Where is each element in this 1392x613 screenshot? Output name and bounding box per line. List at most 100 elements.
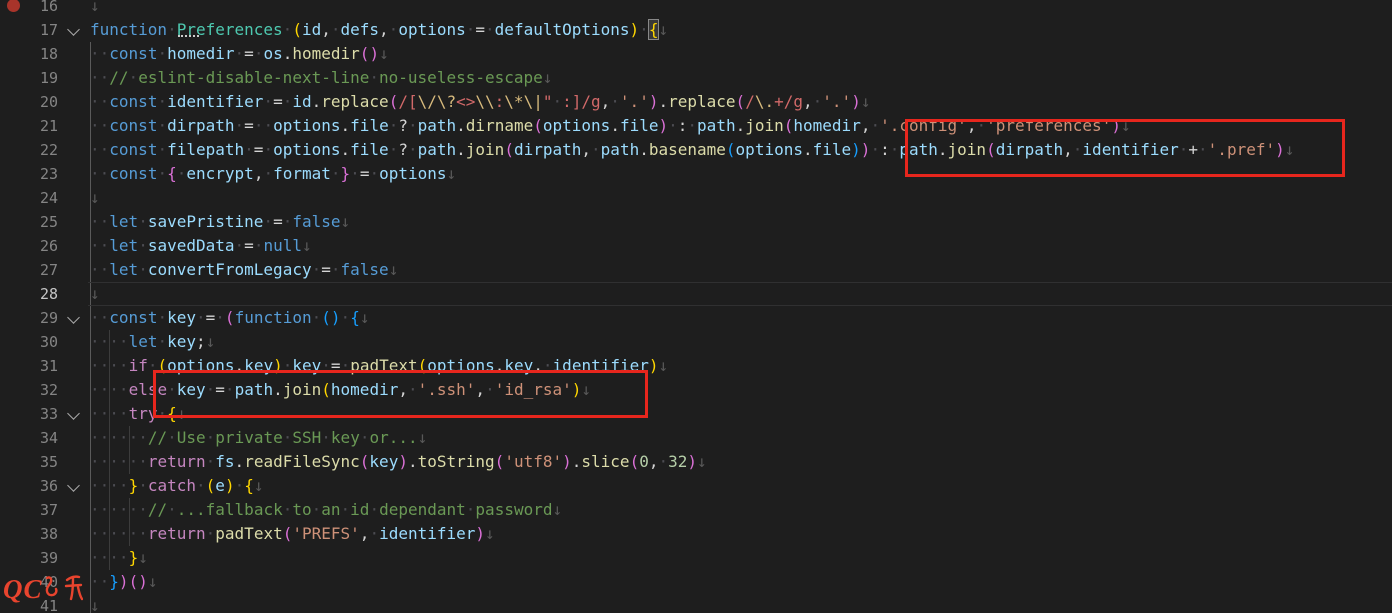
gutter[interactable]: 25: [0, 210, 88, 234]
gutter[interactable]: 24: [0, 186, 88, 210]
code-line-content[interactable]: ····let·key;↓: [88, 330, 1392, 354]
code-line-content[interactable]: ··const·identifier·=·id.replace(/[\/\?<>…: [88, 90, 1392, 114]
eol-arrow-icon: ↓: [341, 212, 351, 231]
eol-arrow-icon: ↓: [90, 284, 100, 303]
code-line-content[interactable]: ··let·savePristine·=·false↓: [88, 210, 1392, 234]
code-line: 20··const·identifier·=·id.replace(/[\/\?…: [0, 90, 1392, 114]
whitespace-dot: ·: [283, 92, 293, 111]
gutter[interactable]: 34: [0, 426, 88, 450]
line-number[interactable]: 39: [0, 546, 58, 570]
line-number[interactable]: 30: [0, 330, 58, 354]
line-number[interactable]: 38: [0, 522, 58, 546]
line-number[interactable]: 35: [0, 450, 58, 474]
fold-chevron-down-icon[interactable]: [67, 479, 80, 492]
line-number[interactable]: 16: [0, 0, 58, 18]
gutter[interactable]: 36: [0, 474, 88, 498]
code-line: 28 ↓: [0, 282, 1392, 306]
line-number[interactable]: 31: [0, 354, 58, 378]
code-token: //: [109, 68, 128, 87]
code-line-content[interactable]: ↓: [88, 282, 1392, 306]
whitespace-dot: ·: [119, 428, 129, 447]
code-line-content[interactable]: ↓: [88, 186, 1392, 210]
whitespace-dot: ·: [90, 236, 100, 255]
line-number[interactable]: 25: [0, 210, 58, 234]
code-line-content[interactable]: ······//·Use·private·SSH·key·or...↓: [88, 426, 1392, 450]
watermark-text: QC: [3, 574, 43, 604]
code-line-content[interactable]: ··})()↓: [88, 570, 1392, 594]
line-number[interactable]: 24: [0, 186, 58, 210]
code-token: (: [206, 476, 216, 495]
gutter[interactable]: 17: [0, 18, 88, 42]
eol-arrow-icon: ↓: [418, 428, 428, 447]
fold-chevron-down-icon[interactable]: [67, 23, 80, 36]
gutter[interactable]: 28: [0, 282, 88, 306]
whitespace-dot: ·: [263, 212, 273, 231]
code-line-content[interactable]: ··const·key·=·(function·()·{↓: [88, 306, 1392, 330]
line-number[interactable]: 23: [0, 162, 58, 186]
code-token: dirpath: [167, 116, 234, 135]
line-number[interactable]: 22: [0, 138, 58, 162]
whitespace-dot: ·: [90, 92, 100, 111]
line-number[interactable]: 26: [0, 234, 58, 258]
gutter[interactable]: 23: [0, 162, 88, 186]
gutter[interactable]: 27: [0, 258, 88, 282]
gutter[interactable]: 29: [0, 306, 88, 330]
code-token: replace: [321, 92, 388, 111]
gutter[interactable]: 16: [0, 0, 88, 18]
line-number[interactable]: 20: [0, 90, 58, 114]
code-line-content[interactable]: ····}↓: [88, 546, 1392, 570]
line-number[interactable]: 29: [0, 306, 58, 330]
line-number[interactable]: 37: [0, 498, 58, 522]
eol-arrow-icon: ↓: [658, 20, 668, 39]
code-line-content[interactable]: ··//·eslint-disable-next-line·no-useless…: [88, 66, 1392, 90]
line-number[interactable]: 21: [0, 114, 58, 138]
gutter[interactable]: 31: [0, 354, 88, 378]
code-token: const: [109, 164, 157, 183]
line-number[interactable]: 18: [0, 42, 58, 66]
whitespace-dot: ·: [235, 476, 245, 495]
whitespace-dot: ·: [109, 476, 119, 495]
line-number[interactable]: 36: [0, 474, 58, 498]
line-number[interactable]: 34: [0, 426, 58, 450]
whitespace-dot: ·: [167, 20, 177, 39]
whitespace-dot: ·: [90, 404, 100, 423]
line-number[interactable]: 17: [0, 18, 58, 42]
code-line-content[interactable]: ······return·padText('PREFS',·identifier…: [88, 522, 1392, 546]
whitespace-dot: ·: [90, 308, 100, 327]
gutter[interactable]: 26: [0, 234, 88, 258]
gutter[interactable]: 37: [0, 498, 88, 522]
code-token: options: [736, 140, 803, 159]
code-line-content[interactable]: ··let·savedData·=·null↓: [88, 234, 1392, 258]
line-number[interactable]: 19: [0, 66, 58, 90]
gutter[interactable]: 33: [0, 402, 88, 426]
gutter[interactable]: 39: [0, 546, 88, 570]
gutter[interactable]: 30: [0, 330, 88, 354]
gutter[interactable]: 35: [0, 450, 88, 474]
line-number[interactable]: 28: [0, 282, 58, 306]
code-line-content[interactable]: ····}·catch·(e)·{↓: [88, 474, 1392, 498]
line-number[interactable]: 32: [0, 378, 58, 402]
line-number[interactable]: 33: [0, 402, 58, 426]
whitespace-dot: ·: [552, 92, 562, 111]
gutter[interactable]: 32: [0, 378, 88, 402]
gutter[interactable]: 38: [0, 522, 88, 546]
gutter[interactable]: 18: [0, 42, 88, 66]
code-token: fs: [215, 452, 234, 471]
gutter[interactable]: 22: [0, 138, 88, 162]
code-line-content[interactable]: ······//·...fallback·to·an·id·dependant·…: [88, 498, 1392, 522]
code-line-content[interactable]: ··const·homedir·=·os.homedir()↓: [88, 42, 1392, 66]
gutter[interactable]: 20: [0, 90, 88, 114]
code-line-content[interactable]: ↓: [88, 0, 1392, 18]
code-line-content[interactable]: ··let·convertFromLegacy·=·false↓: [88, 258, 1392, 282]
fold-chevron-down-icon[interactable]: [67, 311, 80, 324]
code-line-content[interactable]: function·Preferences·(id,·defs,·options·…: [88, 18, 1392, 42]
whitespace-dot: ·: [389, 140, 399, 159]
code-token: .: [235, 452, 245, 471]
code-line-content[interactable]: ······return·fs.readFileSync(key).toStri…: [88, 450, 1392, 474]
code-line-content[interactable]: ↓: [88, 594, 1392, 613]
gutter[interactable]: 19: [0, 66, 88, 90]
gutter[interactable]: 21: [0, 114, 88, 138]
fold-chevron-down-icon[interactable]: [67, 407, 80, 420]
line-number[interactable]: 27: [0, 258, 58, 282]
whitespace-dot: ·: [100, 572, 110, 591]
